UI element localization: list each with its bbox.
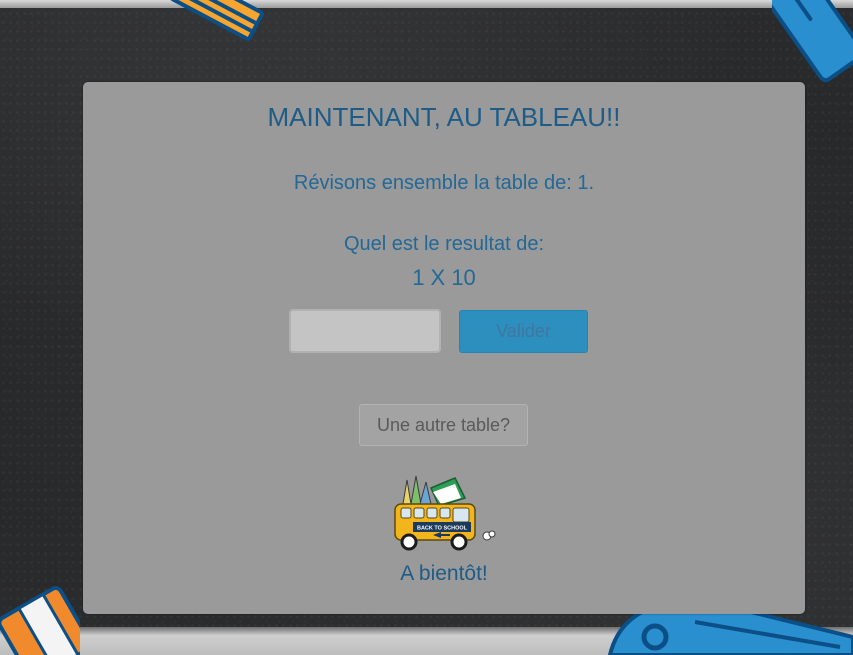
board-frame-top bbox=[0, 0, 853, 8]
farewell-text: A bientôt! bbox=[400, 562, 488, 585]
other-table-button[interactable]: Une autre table? bbox=[359, 404, 528, 446]
school-bus-icon: BACK TO SCHOOL bbox=[394, 475, 496, 551]
crayon-icon bbox=[0, 586, 80, 655]
chalkboard-background: MAINTENANT, AU TABLEAU!! Révisons ensemb… bbox=[0, 0, 853, 655]
page-title: MAINTENANT, AU TABLEAU!! bbox=[267, 102, 621, 132]
answer-input[interactable] bbox=[289, 309, 441, 353]
ruler-icon bbox=[772, 0, 853, 82]
bus-sign: BACK TO SCHOOL bbox=[417, 526, 468, 532]
exercise-panel: MAINTENANT, AU TABLEAU!! Révisons ensemb… bbox=[83, 82, 805, 614]
pencil-icon bbox=[169, 0, 265, 41]
question-label: Quel est le resultat de: bbox=[343, 233, 545, 255]
table-subtitle: Révisons ensemble la table de: 1. bbox=[293, 172, 595, 194]
multiplication-operation: 1 X 10 bbox=[412, 265, 476, 290]
validate-button[interactable]: Valider bbox=[459, 310, 588, 353]
